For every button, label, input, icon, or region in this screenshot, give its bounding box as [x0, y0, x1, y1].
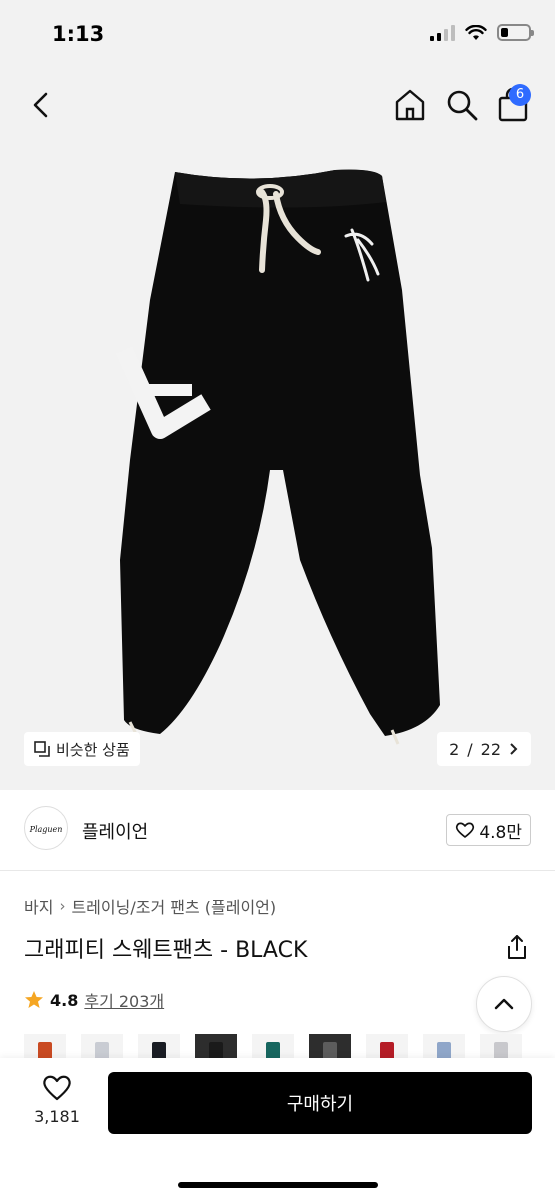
color-swatch[interactable] — [480, 1034, 522, 1058]
color-swatch[interactable] — [138, 1034, 180, 1058]
heart-outline-icon — [43, 1075, 71, 1101]
swatch-color-chip — [266, 1042, 280, 1058]
home-icon[interactable] — [392, 87, 428, 123]
chevron-right-icon — [510, 743, 518, 755]
breadcrumb-item-category[interactable]: 바지 — [24, 894, 53, 918]
swatch-color-chip — [437, 1042, 451, 1058]
review-count-link[interactable]: 후기 203개 — [84, 988, 164, 1012]
star-icon — [25, 991, 43, 1008]
top-nav-bar — [0, 70, 555, 140]
chevron-up-icon — [494, 998, 514, 1010]
swatch-color-chip — [38, 1042, 52, 1058]
battery-icon — [497, 24, 534, 41]
wishlist-count: 3,181 — [34, 1107, 80, 1126]
brand-logo-mark: Plaguen — [29, 825, 63, 834]
brand-row[interactable]: Plaguen 플레이언 4.8만 — [0, 790, 555, 870]
section-divider — [0, 870, 555, 871]
brand-like-button[interactable]: 4.8만 — [446, 814, 531, 846]
similar-products-label: 비슷한 상품 — [56, 740, 130, 759]
home-indicator — [178, 1182, 378, 1188]
color-swatch[interactable] — [24, 1034, 66, 1058]
share-icon[interactable] — [505, 934, 529, 960]
scroll-to-top-button[interactable] — [476, 976, 532, 1032]
product-photo-sweatpants — [115, 169, 440, 745]
back-arrow-icon[interactable] — [24, 88, 58, 122]
page-total: 22 — [480, 739, 501, 759]
breadcrumb: 바지 › 트레이닝/조거 팬츠 (플레이언) — [24, 894, 276, 918]
swatch-color-chip — [209, 1042, 223, 1058]
brand-like-count: 4.8만 — [479, 822, 522, 843]
rating-value: 4.8 — [50, 990, 79, 1010]
cellular-signal-icon — [430, 24, 455, 41]
color-swatch[interactable] — [252, 1034, 294, 1058]
page-separator: / — [467, 739, 473, 759]
copy-icon — [34, 741, 50, 757]
rating-row: 4.8 후기 203개 — [24, 988, 164, 1012]
product-title: 그래피티 스웨트팬츠 - BLACK — [24, 938, 308, 963]
status-time: 1:13 — [52, 22, 105, 46]
color-swatch[interactable] — [423, 1034, 465, 1058]
heart-outline-icon — [456, 822, 475, 838]
brand-logo-text: Plaguen — [29, 825, 63, 834]
similar-products-button[interactable]: 비슷한 상품 — [24, 732, 140, 766]
battery-level — [501, 28, 508, 37]
swatch-color-chip — [152, 1042, 166, 1058]
wishlist-button[interactable]: 3,181 — [28, 1074, 86, 1144]
status-bar: 1:13 — [0, 0, 555, 70]
color-swatch-row — [24, 1034, 555, 1058]
brand-logo[interactable]: Plaguen — [24, 806, 68, 850]
search-icon[interactable] — [444, 87, 480, 123]
brand-name[interactable]: 플레이언 — [82, 818, 148, 844]
color-swatch[interactable] — [309, 1034, 351, 1058]
image-page-counter[interactable]: 2 / 22 — [437, 732, 531, 766]
swatch-color-chip — [95, 1042, 109, 1058]
status-icons — [430, 24, 534, 41]
swatch-color-chip — [380, 1042, 394, 1058]
chevron-right-icon: › — [59, 897, 66, 915]
cart-count-badge: 6 — [509, 84, 531, 106]
swatch-color-chip — [323, 1042, 337, 1058]
product-image-carousel[interactable]: 비슷한 상품 2 / 22 — [0, 140, 555, 790]
page-current: 2 — [449, 739, 460, 759]
color-swatch[interactable] — [366, 1034, 408, 1058]
color-swatch[interactable] — [195, 1034, 237, 1058]
breadcrumb-item-subcategory[interactable]: 트레이닝/조거 팬츠 (플레이언) — [71, 894, 276, 918]
buy-button[interactable]: 구매하기 — [108, 1072, 532, 1134]
swatch-color-chip — [494, 1042, 508, 1058]
color-swatch[interactable] — [81, 1034, 123, 1058]
wifi-icon — [465, 24, 487, 40]
bottom-action-bar: 3,181 구매하기 — [0, 1058, 555, 1200]
